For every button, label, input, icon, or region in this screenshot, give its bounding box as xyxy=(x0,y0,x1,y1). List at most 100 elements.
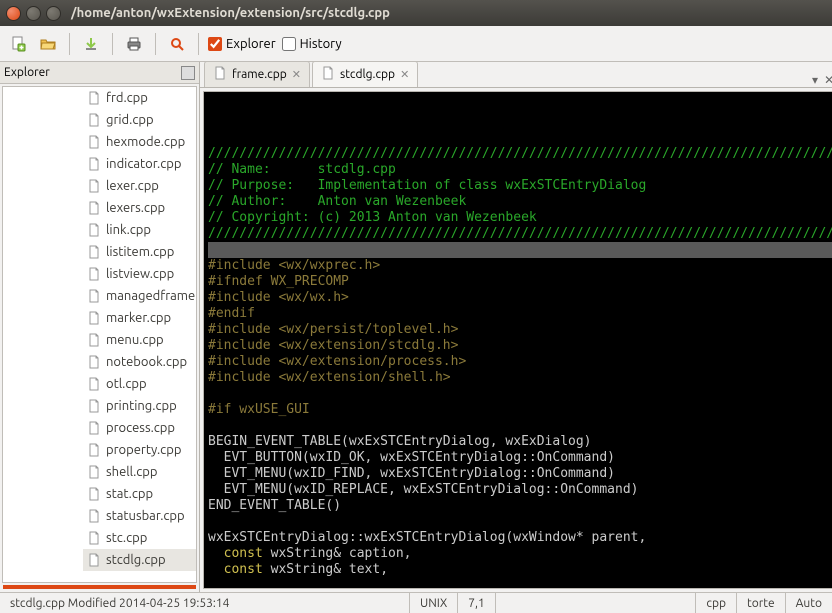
file-name: hexmode.cpp xyxy=(106,135,185,149)
status-file: stcdlg.cpp Modified 2014-04-25 19:53:14 xyxy=(0,593,410,613)
file-icon xyxy=(87,157,101,171)
print-button[interactable] xyxy=(122,32,146,56)
history-checkbox[interactable] xyxy=(282,37,296,51)
file-item[interactable]: notebook.cpp xyxy=(83,351,196,373)
explorer-dock-button[interactable] xyxy=(181,66,195,80)
file-item[interactable]: frd.cpp xyxy=(83,87,196,109)
file-name: link.cpp xyxy=(106,223,151,237)
explorer-toggle-label: Explorer xyxy=(226,37,276,51)
explorer-toggle[interactable]: Explorer xyxy=(208,37,276,51)
explorer-header: Explorer xyxy=(0,62,199,84)
close-window-button[interactable] xyxy=(6,6,21,21)
file-icon xyxy=(87,179,101,193)
tab-label: stcdlg.cpp xyxy=(340,68,395,81)
tab-label: frame.cpp xyxy=(232,68,287,81)
file-item[interactable]: indicator.cpp xyxy=(83,153,196,175)
file-name: listview.cpp xyxy=(106,267,174,281)
file-name: property.cpp xyxy=(106,443,181,457)
file-name: shell.cpp xyxy=(106,465,158,479)
file-item[interactable]: hexmode.cpp xyxy=(83,131,196,153)
tab[interactable]: stcdlg.cpp ✕ xyxy=(312,61,418,87)
file-icon xyxy=(87,509,101,523)
tab[interactable]: frame.cpp ✕ xyxy=(204,61,310,87)
explorer-title: Explorer xyxy=(4,66,50,79)
file-item[interactable]: listitem.cpp xyxy=(83,241,196,263)
history-toggle[interactable]: History xyxy=(282,37,342,51)
file-icon xyxy=(213,66,227,83)
file-item[interactable]: printing.cpp xyxy=(83,395,196,417)
tab-close-button[interactable]: ✕ xyxy=(292,68,301,81)
file-item[interactable]: statusbar.cpp xyxy=(83,505,196,527)
status-language: cpp xyxy=(696,593,737,613)
file-item[interactable]: process.cpp xyxy=(83,417,196,439)
main-area: Explorer frd.cpp grid.cpp hexmode.cpp indic… xyxy=(0,62,832,592)
minimize-window-button[interactable] xyxy=(26,6,41,21)
find-button[interactable] xyxy=(165,32,189,56)
toolbar-separator xyxy=(112,33,113,55)
file-item[interactable]: link.cpp xyxy=(83,219,196,241)
file-icon xyxy=(87,531,101,545)
status-theme: torte xyxy=(737,593,786,613)
maximize-window-button[interactable] xyxy=(46,6,61,21)
explorer-checkbox[interactable] xyxy=(208,37,222,51)
file-icon xyxy=(87,443,101,457)
file-item[interactable]: lexer.cpp xyxy=(83,175,196,197)
file-name: printing.cpp xyxy=(106,399,177,413)
file-list[interactable]: frd.cpp grid.cpp hexmode.cpp indicator.cpp l… xyxy=(2,86,197,583)
statusbar: stcdlg.cpp Modified 2014-04-25 19:53:14 … xyxy=(0,592,832,613)
tab-close-button[interactable]: ✕ xyxy=(400,68,409,81)
status-position: 7,1 xyxy=(458,593,496,613)
file-item[interactable]: menu.cpp xyxy=(83,329,196,351)
file-icon xyxy=(87,333,101,347)
open-file-button[interactable] xyxy=(36,32,60,56)
file-item[interactable]: grid.cpp xyxy=(83,109,196,131)
file-icon xyxy=(87,421,101,435)
file-name: process.cpp xyxy=(106,421,175,435)
explorer-panel: Explorer frd.cpp grid.cpp hexmode.cpp indic… xyxy=(0,62,200,592)
status-mode: Auto xyxy=(786,593,832,613)
file-icon xyxy=(87,245,101,259)
toolbar-separator xyxy=(69,33,70,55)
file-item[interactable]: lexers.cpp xyxy=(83,197,196,219)
tab-bar: frame.cpp ✕ stcdlg.cpp ✕ ▾ ✕ xyxy=(200,62,832,88)
toolbar: Explorer History xyxy=(0,26,832,62)
file-name: frd.cpp xyxy=(106,91,148,105)
file-name: notebook.cpp xyxy=(106,355,187,369)
file-icon xyxy=(87,267,101,281)
file-item[interactable]: listview.cpp xyxy=(83,263,196,285)
file-item[interactable]: otl.cpp xyxy=(83,373,196,395)
file-item[interactable]: stat.cpp xyxy=(83,483,196,505)
file-icon xyxy=(87,223,101,237)
file-name: stc.cpp xyxy=(106,531,147,545)
tab-menu-button[interactable]: ▾ xyxy=(812,73,818,87)
file-item[interactable]: managedframe.cpp xyxy=(83,285,196,307)
file-item[interactable]: marker.cpp xyxy=(83,307,196,329)
code-editor[interactable]: ////////////////////////////////////////… xyxy=(203,91,832,589)
editor-area: frame.cpp ✕ stcdlg.cpp ✕ ▾ ✕ //////////////… xyxy=(200,62,832,592)
new-file-button[interactable] xyxy=(6,32,30,56)
file-icon xyxy=(87,377,101,391)
file-item[interactable]: stc.cpp xyxy=(83,527,196,549)
file-icon xyxy=(87,399,101,413)
status-spacer xyxy=(496,593,697,613)
tab-close-all-button[interactable]: ✕ xyxy=(824,73,832,87)
file-icon xyxy=(87,135,101,149)
file-icon xyxy=(87,311,101,325)
file-icon xyxy=(87,465,101,479)
save-button[interactable] xyxy=(79,32,103,56)
file-name: indicator.cpp xyxy=(106,157,181,171)
file-name: managedframe.cpp xyxy=(106,289,197,303)
file-item[interactable]: shell.cpp xyxy=(83,461,196,483)
status-encoding: UNIX xyxy=(410,593,458,613)
file-icon xyxy=(87,91,101,105)
toolbar-separator xyxy=(198,33,199,55)
file-icon xyxy=(87,553,101,567)
file-name: menu.cpp xyxy=(106,333,164,347)
file-name: marker.cpp xyxy=(106,311,171,325)
file-name: otl.cpp xyxy=(106,377,147,391)
file-icon xyxy=(321,66,335,83)
window-title: /home/anton/wxExtension/extension/src/st… xyxy=(71,6,390,20)
file-icon xyxy=(87,289,101,303)
file-item[interactable]: property.cpp xyxy=(83,439,196,461)
file-item[interactable]: stcdlg.cpp xyxy=(83,549,196,571)
